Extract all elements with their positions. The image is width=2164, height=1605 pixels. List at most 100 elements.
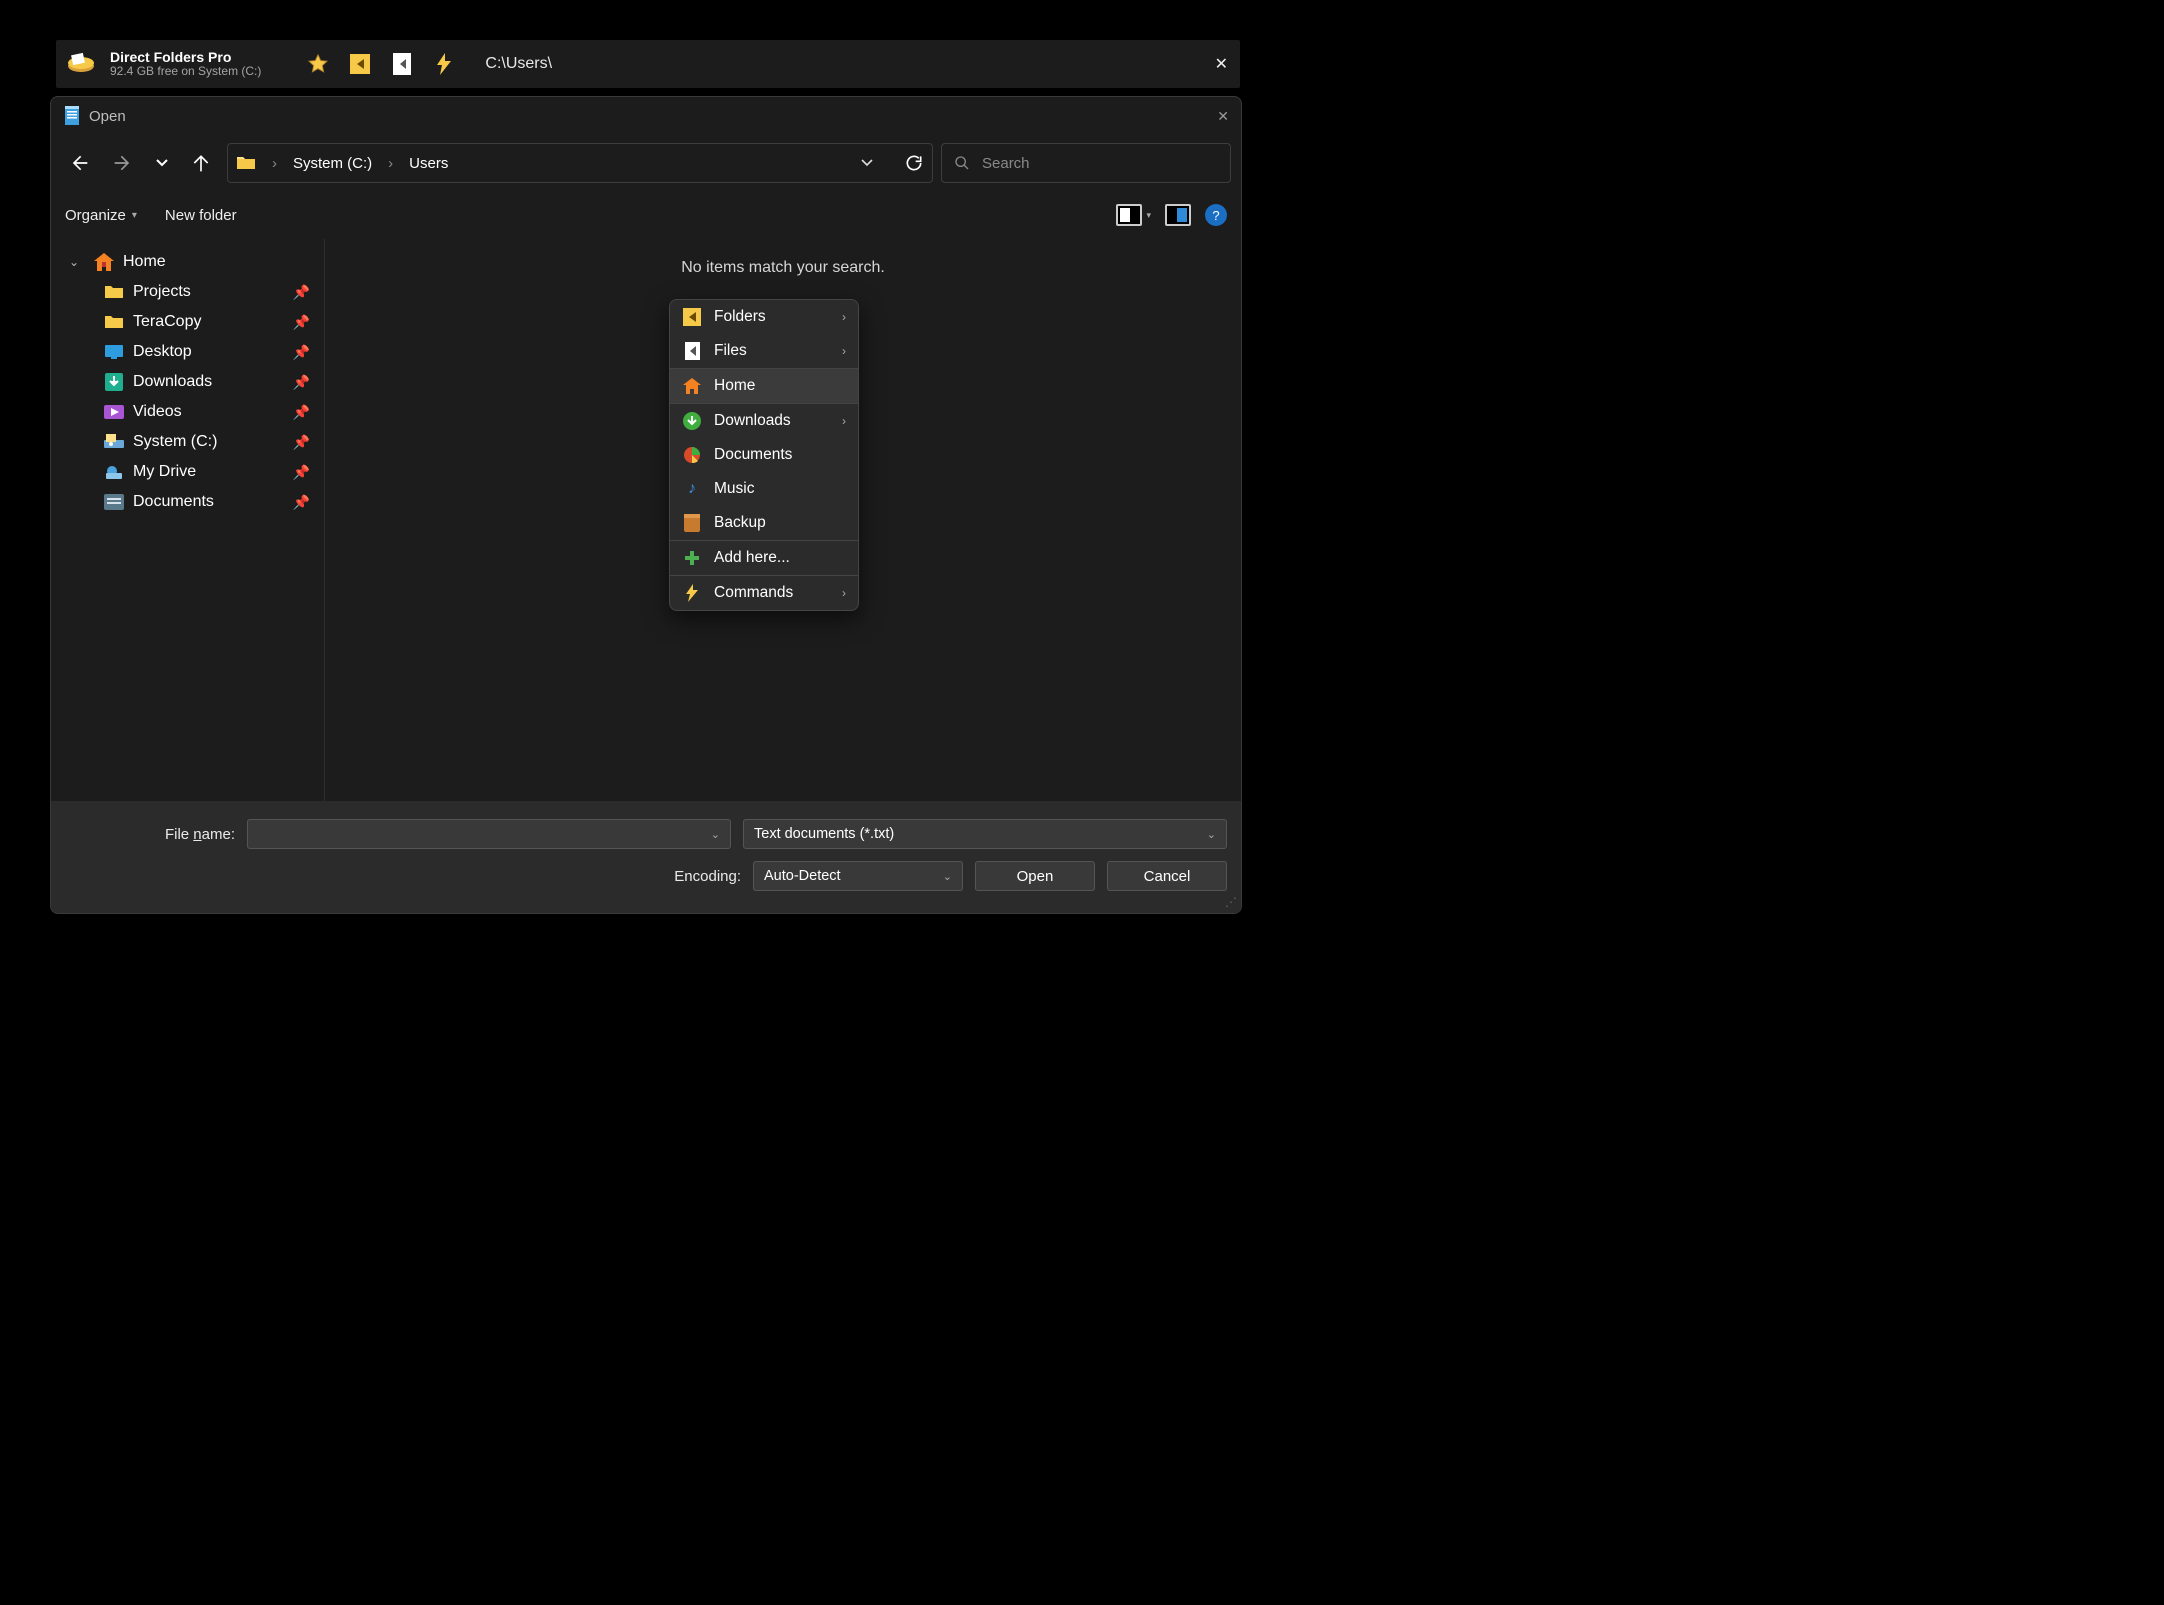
popup-item-documents[interactable]: Documents [670, 438, 858, 472]
back-button[interactable] [61, 145, 97, 181]
direct-folders-bar: Direct Folders Pro 92.4 GB free on Syste… [56, 40, 1240, 88]
chevron-right-icon[interactable]: › [388, 155, 393, 172]
pin-icon[interactable]: 📌 [293, 404, 310, 421]
cloud-drive-icon [103, 463, 125, 481]
recent-folder-icon[interactable] [345, 49, 375, 79]
pin-icon[interactable]: 📌 [293, 314, 310, 331]
pin-icon[interactable]: 📌 [293, 344, 310, 361]
download-icon [103, 373, 125, 391]
pin-icon[interactable]: 📌 [293, 284, 310, 301]
encoding-select[interactable]: Auto-Detect ⌄ [753, 861, 963, 891]
popup-item-home[interactable]: Home [670, 369, 858, 403]
cancel-button[interactable]: Cancel [1107, 861, 1227, 891]
popup-item-add-here[interactable]: Add here... [670, 541, 858, 575]
forward-button[interactable] [105, 145, 141, 181]
chevron-down-icon: ▾ [132, 210, 137, 221]
sidebar-item-downloads[interactable]: Downloads 📌 [55, 367, 320, 397]
organize-menu[interactable]: Organize ▾ [65, 207, 137, 224]
filename-input[interactable]: ⌄ [247, 819, 731, 849]
breadcrumb-drive[interactable]: System (C:) [293, 155, 372, 172]
sidebar-item-label: Home [123, 253, 166, 271]
bolt-icon[interactable] [429, 49, 459, 79]
box-icon [682, 514, 702, 532]
address-bar[interactable]: › System (C:) › Users [227, 143, 933, 183]
popup-item-downloads[interactable]: Downloads › [670, 404, 858, 438]
address-dropdown-icon[interactable] [860, 156, 874, 170]
view-mode-button[interactable]: ▾ [1116, 204, 1151, 226]
popup-item-music[interactable]: ♪ Music [670, 472, 858, 506]
folder-icon [103, 314, 125, 330]
notepad-icon [63, 106, 81, 126]
sidebar-item-label: Videos [133, 403, 182, 421]
bolt-icon [682, 584, 702, 602]
popup-item-files[interactable]: Files › [670, 334, 858, 368]
desktop-icon [103, 344, 125, 360]
resize-grip-icon[interactable]: ⋰ [1225, 895, 1237, 909]
popup-item-label: Documents [714, 446, 792, 464]
popup-item-label: Commands [714, 584, 793, 602]
direct-folders-popup: Folders › Files › Home Downloads › [669, 299, 859, 611]
chevron-down-icon: ⌄ [711, 828, 720, 841]
chevron-down-icon: ▾ [1146, 210, 1151, 221]
sidebar-item-desktop[interactable]: Desktop 📌 [55, 337, 320, 367]
popup-item-label: Downloads [714, 412, 791, 430]
popup-item-backup[interactable]: Backup [670, 506, 858, 540]
refresh-icon[interactable] [904, 153, 924, 173]
dialog-titlebar: Open ✕ [51, 97, 1241, 135]
search-input[interactable] [982, 155, 1218, 172]
drive-icon [103, 434, 125, 450]
recent-locations-button[interactable] [149, 145, 175, 181]
popup-item-label: Home [714, 377, 755, 395]
filetype-value: Text documents (*.txt) [754, 826, 894, 842]
new-folder-label: New folder [165, 207, 237, 224]
file-list-pane[interactable]: No items match your search. Folders › Fi… [325, 239, 1241, 801]
popup-item-label: Add here... [714, 549, 790, 567]
help-icon[interactable]: ? [1205, 204, 1227, 226]
dialog-title: Open [89, 108, 126, 125]
up-button[interactable] [183, 145, 219, 181]
chevron-down-icon: ⌄ [943, 870, 952, 883]
filename-label: File name: [65, 826, 235, 843]
filetype-select[interactable]: Text documents (*.txt) ⌄ [743, 819, 1227, 849]
star-icon[interactable] [303, 49, 333, 79]
sidebar-item-home[interactable]: ⌄ Home [55, 247, 320, 277]
open-button[interactable]: Open [975, 861, 1095, 891]
sidebar-item-label: Projects [133, 283, 191, 301]
popup-item-commands[interactable]: Commands › [670, 576, 858, 610]
new-folder-button[interactable]: New folder [165, 207, 237, 224]
preview-pane-button[interactable] [1165, 204, 1191, 226]
pin-icon[interactable]: 📌 [293, 464, 310, 481]
chevron-down-icon: ⌄ [69, 255, 85, 269]
organize-label: Organize [65, 207, 126, 224]
sidebar-item-system-c[interactable]: System (C:) 📌 [55, 427, 320, 457]
popup-item-folders[interactable]: Folders › [670, 300, 858, 334]
sidebar-item-documents[interactable]: Documents 📌 [55, 487, 320, 517]
search-box[interactable] [941, 143, 1231, 183]
documents-icon [103, 494, 125, 510]
pie-icon [682, 446, 702, 464]
folder-icon [103, 284, 125, 300]
home-icon [682, 378, 702, 394]
download-icon [682, 412, 702, 430]
sidebar-item-videos[interactable]: Videos 📌 [55, 397, 320, 427]
direct-folders-logo-icon [64, 47, 98, 81]
sidebar-item-projects[interactable]: Projects 📌 [55, 277, 320, 307]
breadcrumb-folder[interactable]: Users [409, 155, 448, 172]
recent-file-icon[interactable] [387, 49, 417, 79]
sidebar-item-label: Downloads [133, 373, 212, 391]
pin-icon[interactable]: 📌 [293, 494, 310, 511]
encoding-label: Encoding: [674, 868, 741, 885]
chevron-right-icon[interactable]: › [272, 155, 277, 172]
sidebar-item-teracopy[interactable]: TeraCopy 📌 [55, 307, 320, 337]
open-dialog: Open ✕ › System (C:) › Users [50, 96, 1242, 914]
direct-folders-path[interactable]: C:\Users\ [485, 55, 552, 73]
chevron-right-icon: › [842, 344, 846, 358]
sidebar-item-my-drive[interactable]: My Drive 📌 [55, 457, 320, 487]
dialog-close-icon[interactable]: ✕ [1217, 108, 1229, 125]
direct-folders-close-icon[interactable]: ✕ [1215, 54, 1228, 74]
pin-icon[interactable]: 📌 [293, 374, 310, 391]
chevron-right-icon: › [842, 414, 846, 428]
music-icon: ♪ [682, 480, 702, 498]
pin-icon[interactable]: 📌 [293, 434, 310, 451]
toolbar: Organize ▾ New folder ▾ ? [51, 191, 1241, 239]
